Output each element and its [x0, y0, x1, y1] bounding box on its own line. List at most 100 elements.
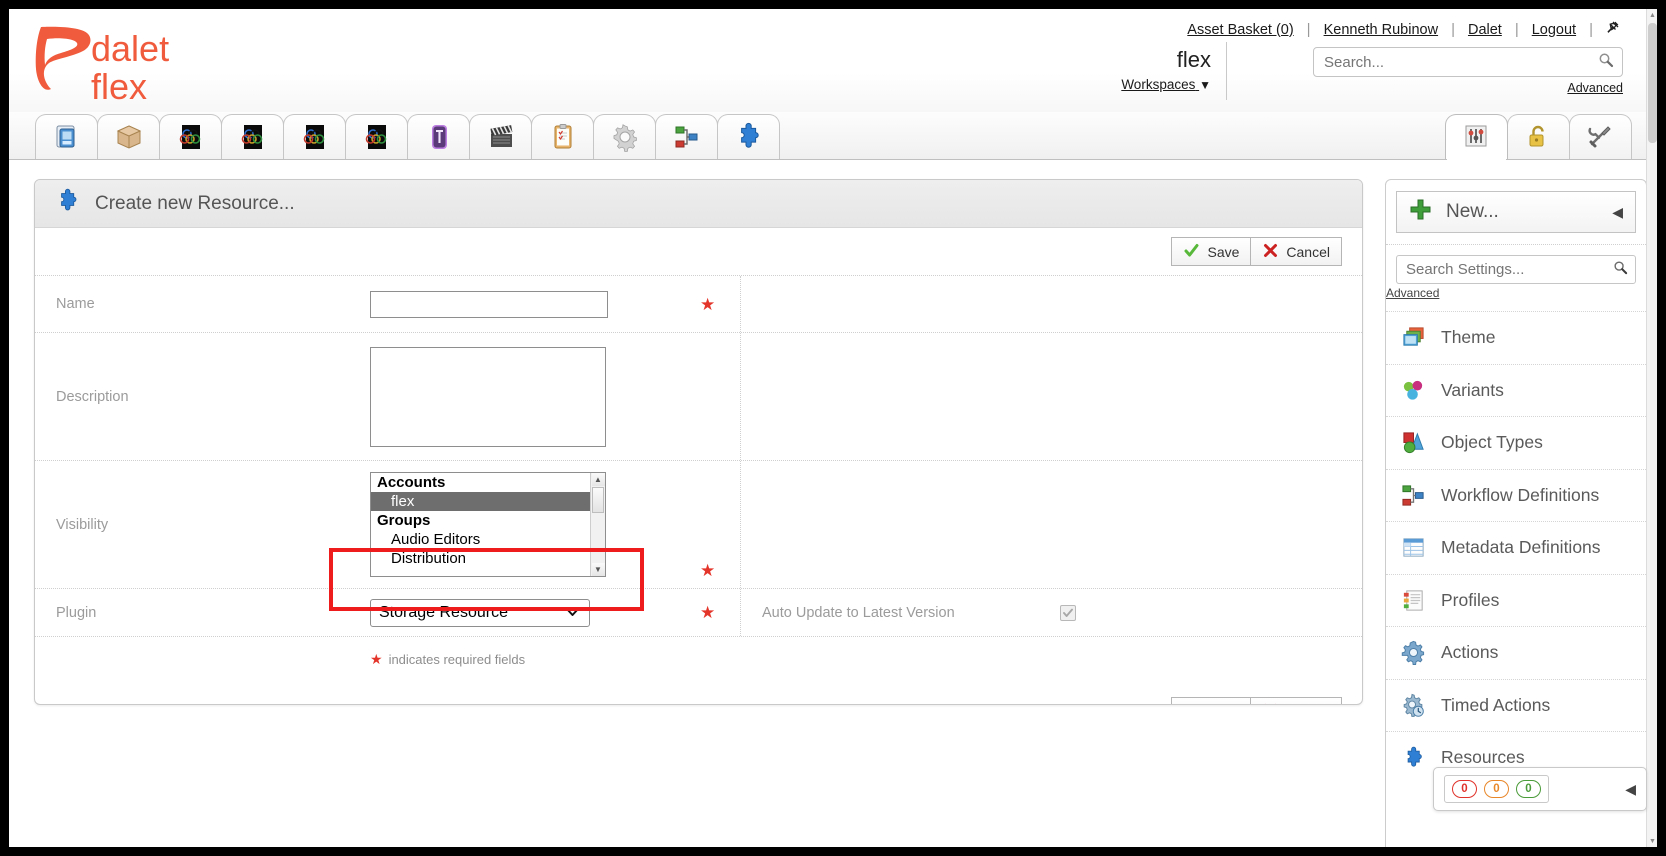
- sidebar-item-variants[interactable]: Variants: [1386, 363, 1646, 417]
- tab-assets[interactable]: [35, 114, 98, 159]
- visibility-field-cell: Accounts flex Groups Audio Editors Distr…: [370, 461, 690, 588]
- save-button-bottom[interactable]: Save: [1171, 697, 1252, 706]
- search-icon[interactable]: [1613, 260, 1628, 280]
- required-note-text: indicates required fields: [388, 651, 526, 667]
- collapse-arrow-icon[interactable]: ◀: [1612, 204, 1623, 221]
- tab-media-3[interactable]: [283, 114, 346, 159]
- bottom-action-bar: Save Cancel: [35, 681, 1362, 706]
- listbox-option-audio-editors[interactable]: Audio Editors: [371, 530, 605, 549]
- sidebar-item-theme[interactable]: Theme: [1386, 311, 1646, 364]
- sidebar-item-workflow-definitions[interactable]: Workflow Definitions: [1386, 468, 1646, 522]
- scroll-thumb[interactable]: [592, 487, 604, 513]
- sidebar-item-label: Variants: [1441, 379, 1504, 400]
- sidebar-item-label: Workflow Definitions: [1441, 484, 1600, 505]
- name-required-marker: ★: [690, 276, 740, 332]
- tab-media-1[interactable]: [159, 114, 222, 159]
- sidebar-item-label: Actions: [1441, 642, 1499, 663]
- workflow-icon: [672, 122, 702, 152]
- scroll-up-icon[interactable]: ▲: [1647, 9, 1657, 21]
- sidebar-item-actions[interactable]: Actions: [1386, 626, 1646, 679]
- pin-icon[interactable]: [1604, 19, 1621, 40]
- listbox-scrollbar[interactable]: ▲ ▼: [590, 473, 605, 576]
- required-fields-note: ★ indicates required fields: [370, 652, 525, 667]
- settings-search-box[interactable]: [1396, 255, 1636, 284]
- scroll-thumb[interactable]: [1648, 23, 1657, 143]
- listbox-group-groups[interactable]: Groups: [371, 511, 605, 530]
- workspace-selector[interactable]: flex Workspaces ▼: [1071, 47, 1211, 94]
- search-input[interactable]: [1322, 52, 1598, 72]
- main-content: Create new Resource... Save Cancel Name …: [9, 160, 1657, 847]
- window-scrollbar[interactable]: ▲ ▼: [1646, 9, 1657, 847]
- scroll-down-icon[interactable]: ▼: [1647, 835, 1657, 847]
- description-label: Description: [56, 388, 129, 405]
- settings-search-input[interactable]: [1404, 260, 1613, 279]
- description-textarea[interactable]: [370, 346, 606, 447]
- object-types-icon: [1400, 429, 1427, 456]
- tab-media-4[interactable]: [345, 114, 408, 159]
- auto-update-checkbox[interactable]: [1059, 604, 1076, 621]
- status-counters: 0 0 0 ◀: [1433, 767, 1647, 811]
- film-rings-icon: [238, 122, 268, 152]
- sidebar-item-timed-actions[interactable]: Timed Actions: [1386, 678, 1646, 732]
- save-button-top[interactable]: Save: [1171, 237, 1252, 266]
- plugin-select[interactable]: Storage Resource: [370, 598, 590, 627]
- row-description-spacer: [740, 333, 1362, 460]
- new-button[interactable]: New... ◀: [1396, 191, 1636, 233]
- asset-basket-link[interactable]: Asset Basket (0): [1174, 22, 1306, 38]
- tab-tools[interactable]: [1569, 114, 1632, 159]
- divider: [1386, 244, 1646, 245]
- advanced-search-link[interactable]: Advanced: [1313, 81, 1623, 95]
- sidebar-item-metadata-definitions[interactable]: Metadata Definitions: [1386, 521, 1646, 574]
- text-t-icon: [424, 122, 454, 152]
- tab-clapperboard[interactable]: [469, 114, 532, 159]
- workspaces-link[interactable]: Workspaces ▼: [1121, 77, 1211, 92]
- tab-text[interactable]: [407, 114, 470, 159]
- tab-tasks[interactable]: [531, 114, 594, 159]
- row-description: Description: [35, 333, 1362, 461]
- user-link[interactable]: Kenneth Rubinow: [1311, 22, 1451, 38]
- cancel-button-bottom[interactable]: Cancel: [1250, 697, 1342, 704]
- page-title: Create new Resource...: [95, 192, 295, 214]
- settings-sidebar: New... ◀ Advanced: [1385, 179, 1647, 847]
- row-plugin: Plugin Storage Resource ★ Auto Update to…: [35, 589, 1362, 637]
- note-spacer-3: [740, 637, 1362, 681]
- scroll-up-icon[interactable]: ▲: [591, 473, 605, 486]
- clapperboard-icon: [486, 122, 516, 152]
- sidebar-item-object-types[interactable]: Object Types: [1386, 416, 1646, 469]
- tab-media-2[interactable]: [221, 114, 284, 159]
- tab-resources[interactable]: [717, 114, 780, 159]
- scroll-down-icon[interactable]: ▼: [591, 563, 605, 576]
- note-spacer: [35, 637, 370, 681]
- name-input[interactable]: [370, 290, 608, 318]
- tab-packages[interactable]: [97, 114, 160, 159]
- counter-error-badge[interactable]: 0: [1452, 780, 1477, 798]
- counter-warning-badge[interactable]: 0: [1484, 780, 1509, 798]
- top-action-bar: Save Cancel: [35, 228, 1362, 276]
- visibility-listbox[interactable]: Accounts flex Groups Audio Editors Distr…: [370, 472, 606, 577]
- tab-security[interactable]: [1507, 114, 1570, 159]
- search-box[interactable]: [1313, 47, 1623, 77]
- tab-settings-gear[interactable]: [593, 114, 656, 159]
- tab-controls[interactable]: [1445, 114, 1508, 160]
- card-header: Create new Resource...: [35, 180, 1362, 228]
- profiles-icon: [1400, 587, 1427, 614]
- listbox-option-distribution[interactable]: Distribution: [371, 549, 605, 568]
- cancel-button-top[interactable]: Cancel: [1250, 237, 1342, 266]
- dalet-flex-logo: dalet flex: [31, 19, 221, 107]
- listbox-option-flex[interactable]: flex: [371, 492, 605, 511]
- save-label: Save: [1207, 705, 1239, 706]
- counters-collapse-arrow-icon[interactable]: ◀: [1625, 781, 1636, 798]
- account-link[interactable]: Dalet: [1455, 22, 1515, 38]
- sidebar-item-profiles[interactable]: Profiles: [1386, 573, 1646, 627]
- tab-workflows[interactable]: [655, 114, 718, 159]
- counter-success-badge[interactable]: 0: [1516, 780, 1541, 798]
- logout-link[interactable]: Logout: [1519, 22, 1589, 38]
- top-nav-links: Asset Basket (0) | Kenneth Rubinow | Dal…: [1174, 19, 1623, 40]
- required-star-icon: ★: [370, 651, 383, 667]
- listbox-group-accounts[interactable]: Accounts: [371, 473, 605, 492]
- utility-tabs: [1445, 114, 1632, 160]
- search-icon[interactable]: [1598, 52, 1614, 73]
- settings-advanced-link[interactable]: Advanced: [1386, 286, 1439, 300]
- plugin-selected-value: Storage Resource: [379, 603, 508, 621]
- header-divider: [1226, 42, 1227, 100]
